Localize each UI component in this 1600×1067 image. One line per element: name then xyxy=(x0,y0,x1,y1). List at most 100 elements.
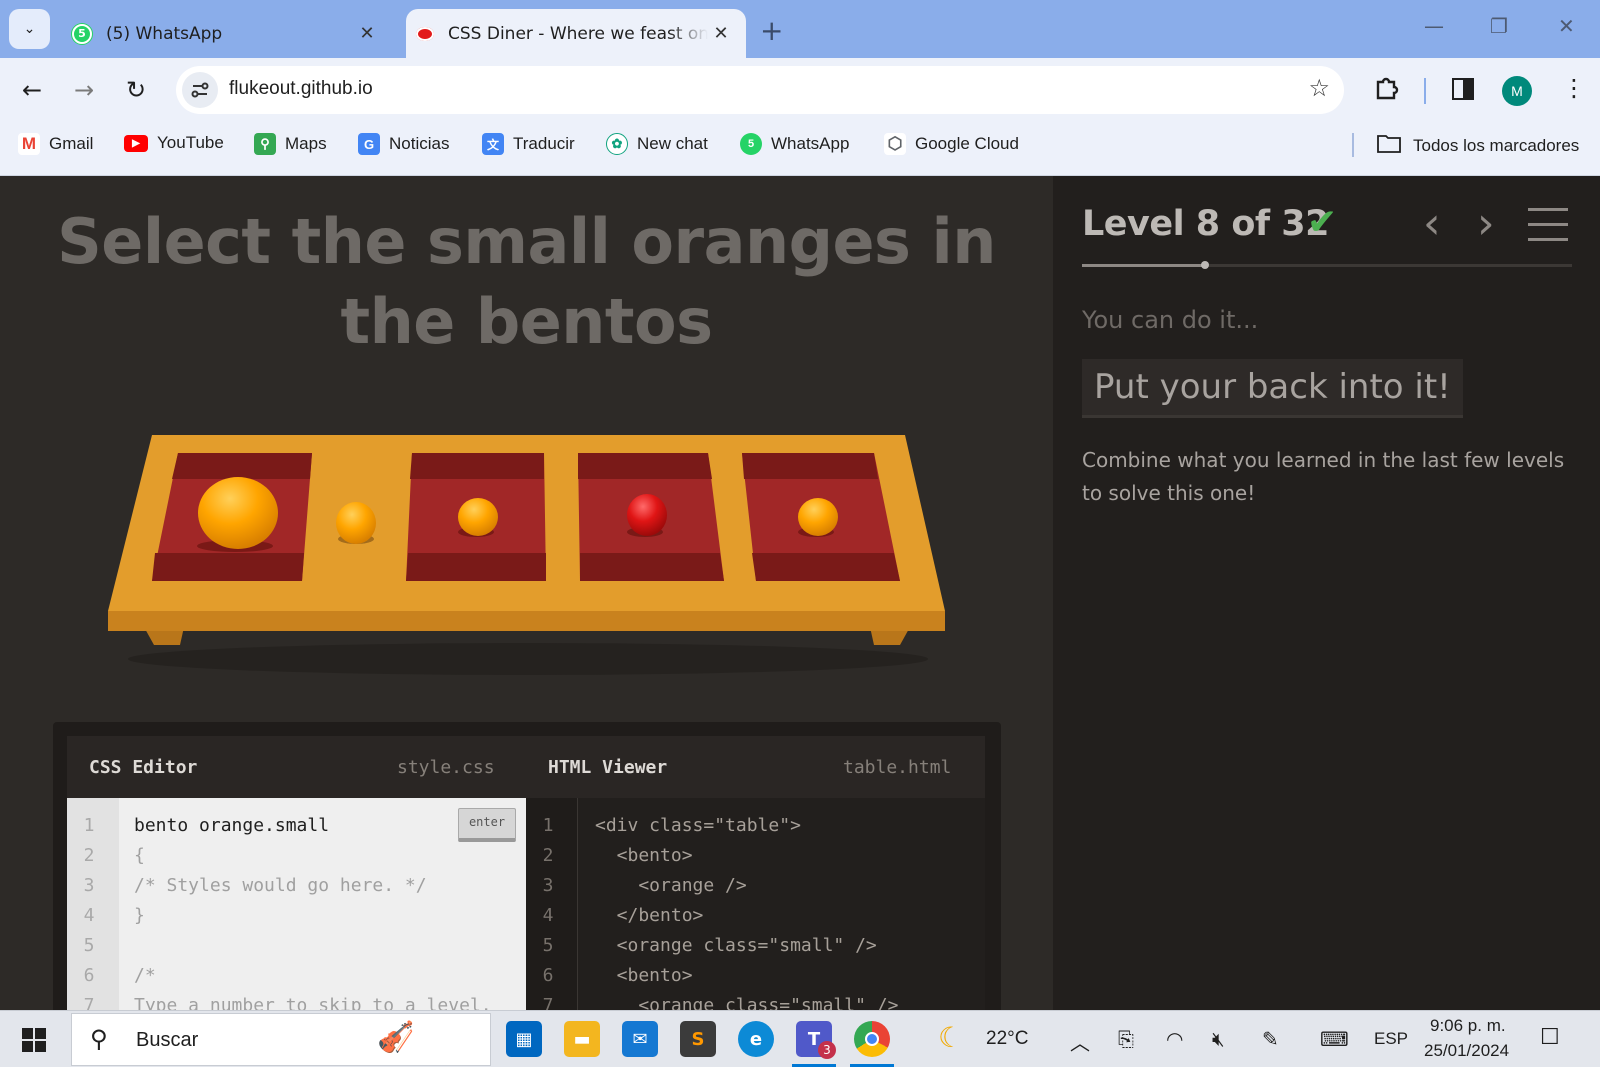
notifications-icon[interactable]: ☐ xyxy=(1540,1025,1560,1050)
new-tab-button[interactable]: + xyxy=(760,14,783,47)
tab-css-diner[interactable]: CSS Diner - Where we feast on CSS Select… xyxy=(406,9,746,58)
profile-avatar[interactable]: M xyxy=(1502,76,1532,106)
youtube-icon: ▶ xyxy=(124,134,148,152)
news-icon: G xyxy=(358,133,380,155)
reload-button[interactable]: ↻ xyxy=(118,72,154,108)
side-panel-icon[interactable] xyxy=(1452,78,1474,100)
apple-small[interactable] xyxy=(627,494,667,536)
html-line[interactable]: <bento> xyxy=(595,845,693,866)
line-number: 5 xyxy=(542,935,554,956)
level-subtitle: You can do it... xyxy=(1082,306,1259,334)
bookmark-gmail[interactable]: M Gmail xyxy=(18,133,93,155)
edge-icon[interactable]: e xyxy=(738,1021,774,1057)
bento[interactable] xyxy=(578,453,724,581)
previous-level-button[interactable]: ‹ xyxy=(1423,198,1441,249)
meet-now-icon[interactable]: ⎘ xyxy=(1118,1027,1134,1051)
html-file-name: table.html xyxy=(843,756,952,778)
taskbar-search[interactable]: ⚲ Buscar 🎻 xyxy=(71,1013,491,1066)
code-line: /* xyxy=(134,965,156,986)
search-icon: ⚲ xyxy=(90,1025,108,1053)
bookmark-youtube[interactable]: ▶ YouTube xyxy=(124,133,224,153)
css-editor-pane[interactable]: 1 2 3 4 5 6 7 bento orange.small { /* St… xyxy=(67,798,526,1010)
minimize-button[interactable]: — xyxy=(1424,14,1444,38)
orange-small[interactable] xyxy=(336,502,376,544)
orange[interactable] xyxy=(198,477,278,549)
address-bar[interactable]: flukeout.github.io ☆ xyxy=(176,66,1344,114)
file-explorer-icon[interactable]: ▬ xyxy=(564,1021,600,1057)
clock-date[interactable]: 25/01/2024 xyxy=(1424,1041,1509,1061)
sublime-text-icon[interactable]: S xyxy=(680,1021,716,1057)
tab-close-icon[interactable]: ✕ xyxy=(708,23,734,44)
input-language[interactable]: ESP xyxy=(1374,1029,1408,1049)
gmail-icon: M xyxy=(18,133,40,155)
clock-time[interactable]: 9:06 p. m. xyxy=(1430,1016,1506,1036)
tab-search-button[interactable]: ⌄ xyxy=(9,9,50,49)
forward-button[interactable]: → xyxy=(66,72,102,108)
folder-icon xyxy=(1377,133,1401,158)
more-menu-icon[interactable]: ⋮ xyxy=(1562,74,1586,102)
page-content: Select the small oranges in the bentos C… xyxy=(0,176,1600,1010)
windows-start-icon[interactable] xyxy=(22,1028,46,1052)
tab-close-icon[interactable]: ✕ xyxy=(354,23,380,44)
bookmark-maps[interactable]: ⚲ Maps xyxy=(254,133,327,155)
html-line[interactable]: <orange class="small" /> xyxy=(595,935,877,956)
level-menu-icon[interactable] xyxy=(1528,208,1568,242)
line-number: 3 xyxy=(542,875,554,896)
bento[interactable] xyxy=(406,453,546,581)
tab-whatsapp[interactable]: (5) WhatsApp ✕ xyxy=(62,9,392,58)
show-hidden-icons-chevron-icon[interactable]: ︿ xyxy=(1070,1027,1090,1056)
whatsapp-favicon-icon xyxy=(72,23,92,44)
all-bookmarks-folder[interactable]: Todos los marcadores xyxy=(1377,133,1579,158)
html-line[interactable]: </bento> xyxy=(595,905,704,926)
html-line[interactable]: <orange class="small" /> xyxy=(595,995,898,1010)
chrome-icon[interactable] xyxy=(854,1021,890,1057)
microsoft-store-icon[interactable]: ▦ xyxy=(506,1021,542,1057)
weather-moon-icon[interactable]: ☾ xyxy=(938,1021,963,1054)
line-number: 2 xyxy=(542,845,554,866)
extensions-icon[interactable] xyxy=(1372,74,1400,106)
css-file-name: style.css xyxy=(397,756,495,778)
level-description: Combine what you learned in the last few… xyxy=(1082,448,1565,505)
next-level-button[interactable]: › xyxy=(1477,198,1495,249)
pen-icon[interactable]: ✎ xyxy=(1262,1027,1279,1051)
bookmark-label: Noticias xyxy=(389,134,450,153)
wifi-icon[interactable]: ◠ xyxy=(1166,1027,1183,1051)
html-line[interactable]: <bento> xyxy=(595,965,693,986)
html-line[interactable]: <div class="table"> xyxy=(595,815,801,836)
bookmark-noticias[interactable]: G Noticias xyxy=(358,133,449,155)
volume-muted-icon[interactable]: 🔇︎ xyxy=(1212,1027,1225,1051)
html-viewer-title: HTML Viewer xyxy=(548,756,668,778)
orange-small[interactable] xyxy=(458,498,498,536)
touch-keyboard-icon[interactable]: ⌨ xyxy=(1320,1027,1349,1051)
orange-small[interactable] xyxy=(798,498,838,536)
search-placeholder: Buscar xyxy=(136,1029,199,1051)
mail-icon[interactable]: ✉ xyxy=(622,1021,658,1057)
bento[interactable] xyxy=(152,453,312,581)
bookmark-label: Traducir xyxy=(513,134,575,153)
bookmark-star-icon[interactable]: ☆ xyxy=(1308,74,1330,102)
restore-button[interactable]: ❐ xyxy=(1490,14,1508,38)
tab-title: (5) WhatsApp xyxy=(106,23,223,44)
bookmark-whatsapp[interactable]: 5 WhatsApp xyxy=(740,133,849,155)
url-text[interactable]: flukeout.github.io xyxy=(229,78,373,100)
weather-temperature[interactable]: 22°C xyxy=(986,1028,1028,1050)
line-number: 4 xyxy=(542,905,554,926)
level-title: Level 8 of 32 xyxy=(1082,204,1329,244)
browser-toolbar: ← → ↻ flukeout.github.io ☆ M ⋮ xyxy=(0,58,1600,121)
enter-button[interactable]: enter xyxy=(458,808,516,842)
line-number: 3 xyxy=(83,875,95,896)
site-info-icon[interactable] xyxy=(182,72,218,108)
line-number: 4 xyxy=(83,905,95,926)
bookmarks-bar: M Gmail ▶ YouTube ⚲ Maps G Noticias 文 Tr… xyxy=(0,121,1600,176)
back-button[interactable]: ← xyxy=(14,72,50,108)
bookmark-new-chat[interactable]: ✿ New chat xyxy=(606,133,708,155)
bookmark-traducir[interactable]: 文 Traducir xyxy=(482,133,575,155)
html-line[interactable]: <orange /> xyxy=(595,875,746,896)
close-window-button[interactable]: ✕ xyxy=(1558,14,1575,38)
line-gutter: 1 2 3 4 5 6 7 xyxy=(526,798,578,1010)
bookmark-label: YouTube xyxy=(157,133,224,152)
css-selector-input[interactable]: bento orange.small xyxy=(134,815,329,836)
bookmark-google-cloud[interactable]: ⬡ Google Cloud xyxy=(884,133,1019,155)
bento[interactable] xyxy=(742,453,900,581)
bookmark-label: Maps xyxy=(285,134,327,153)
